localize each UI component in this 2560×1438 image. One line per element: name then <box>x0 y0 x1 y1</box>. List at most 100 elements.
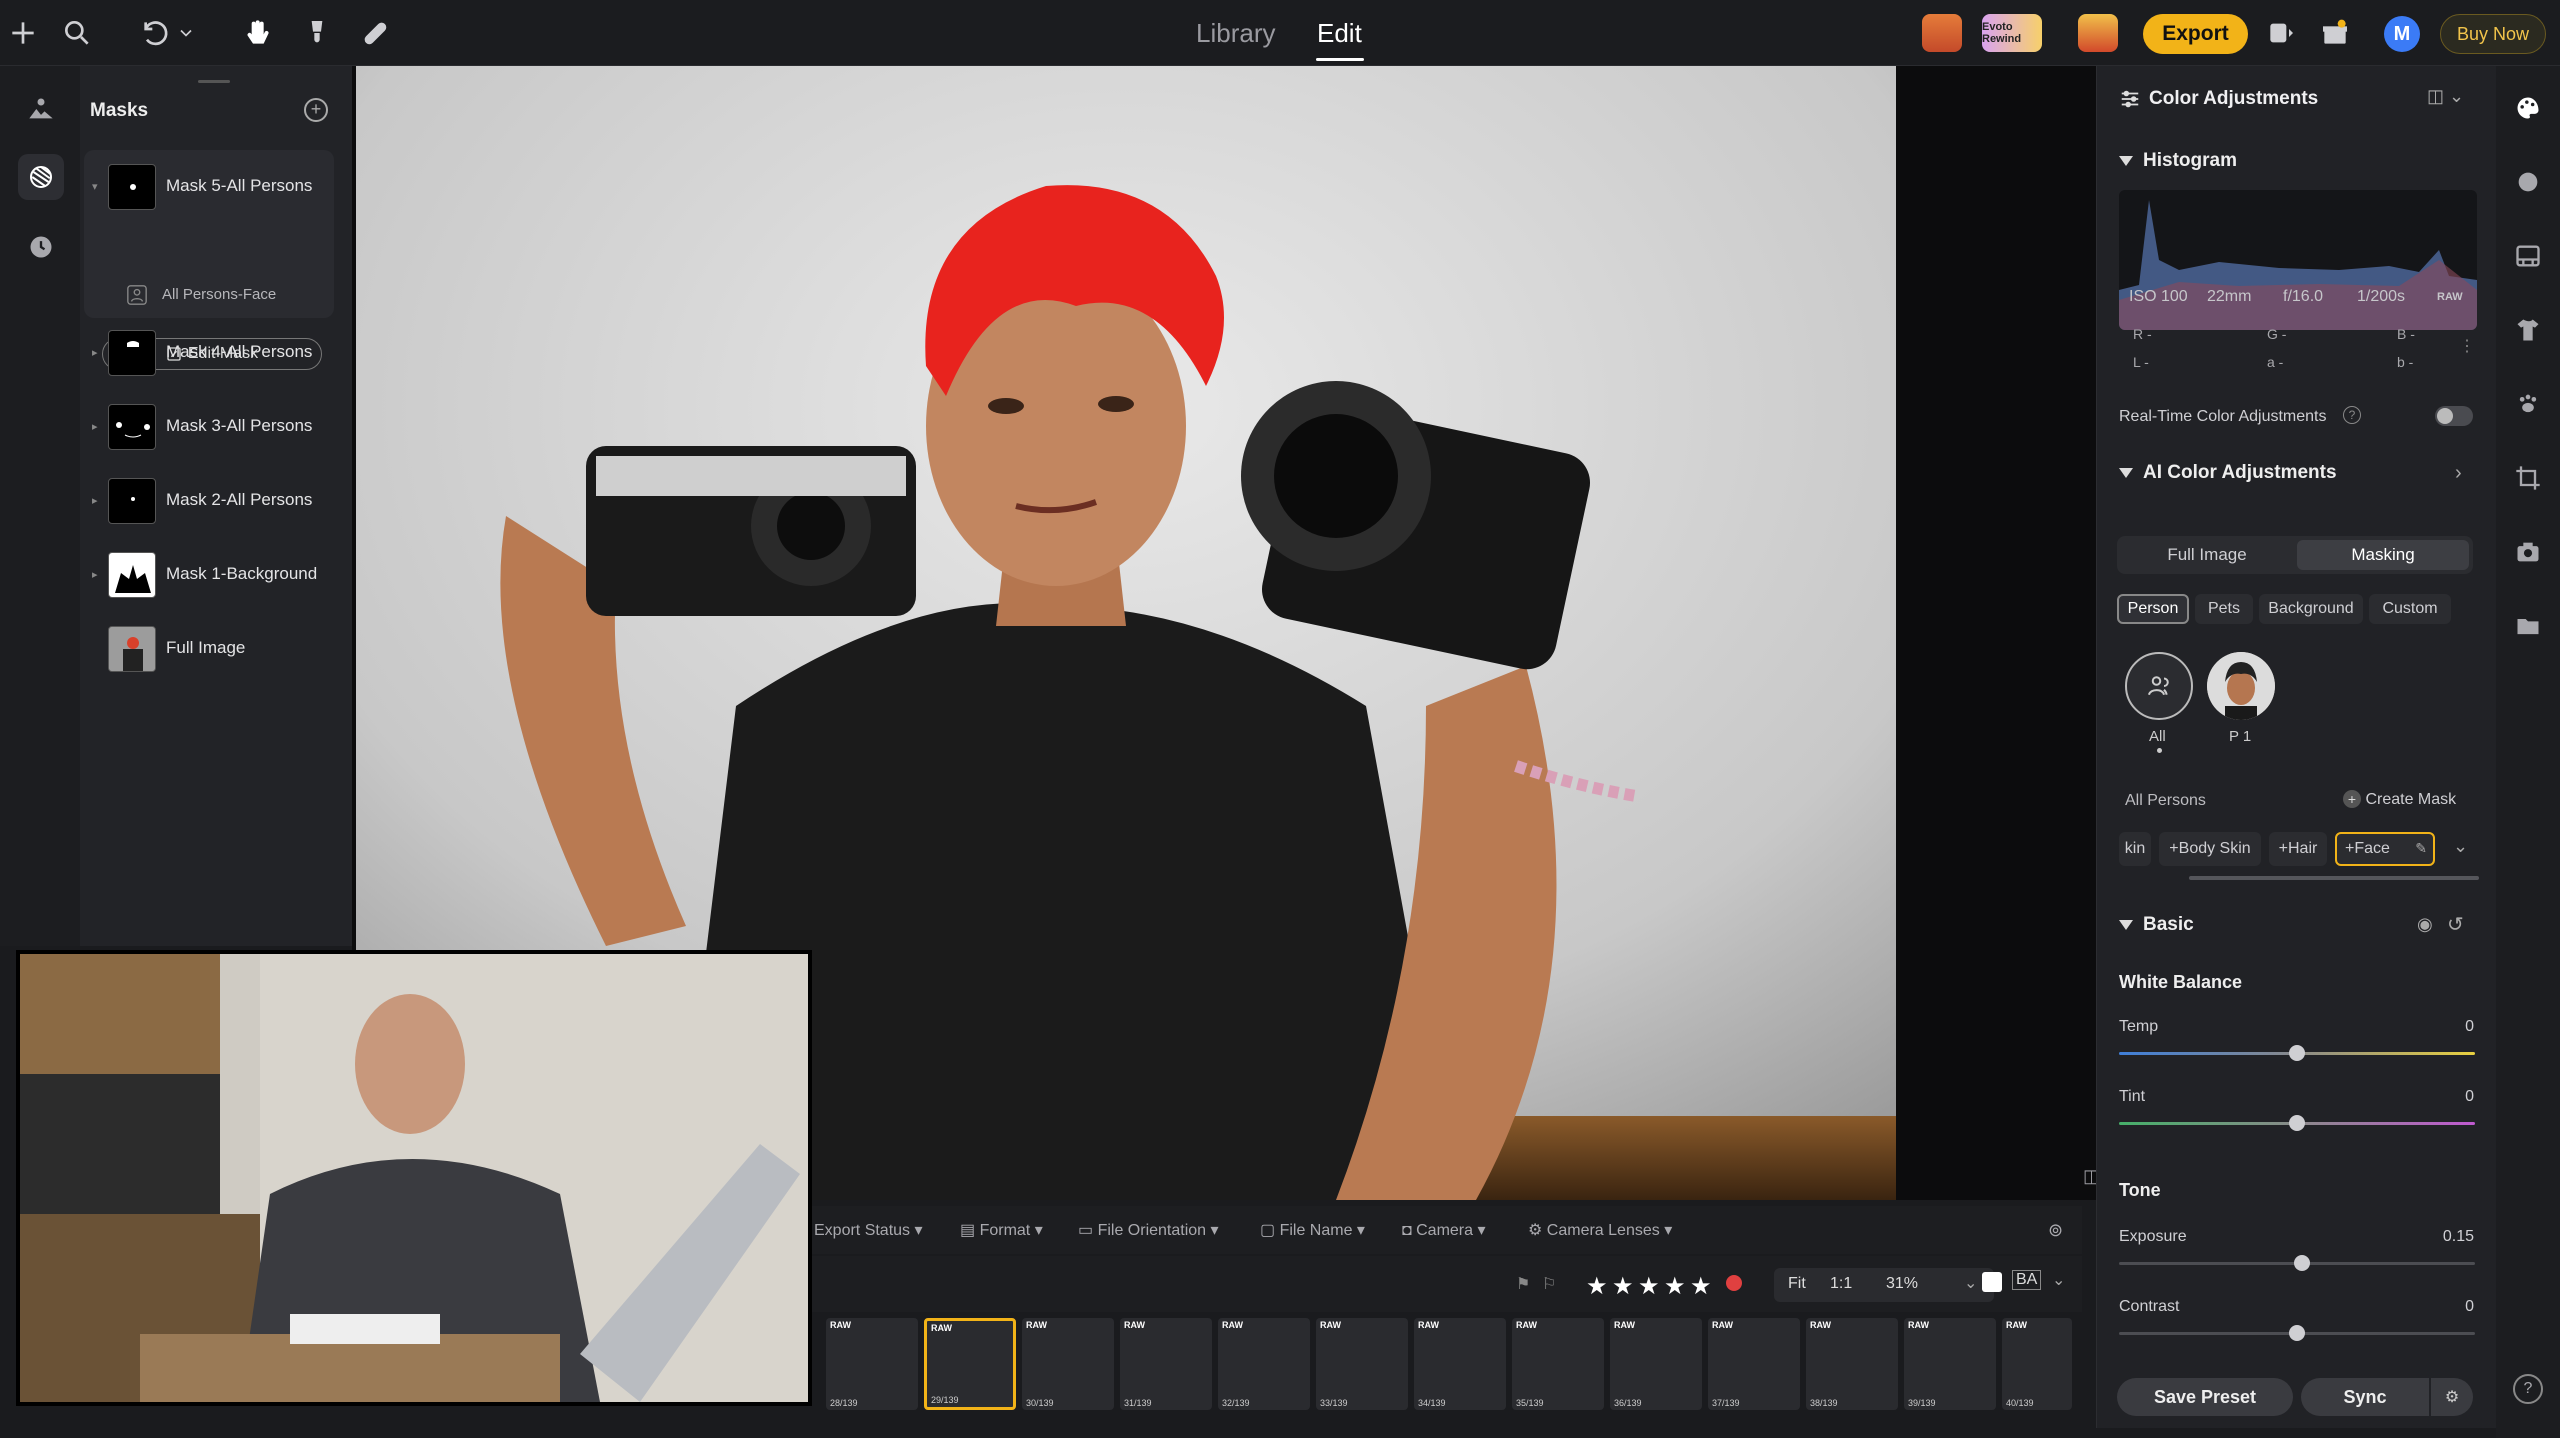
caret-right-icon[interactable]: ▸ <box>92 420 98 433</box>
info-icon[interactable]: ? <box>2343 406 2361 424</box>
contrast-value[interactable]: 0 <box>2465 1298 2474 1316</box>
film-thumbnail[interactable]: RAW 34/139 <box>1414 1318 1506 1410</box>
paw-icon[interactable] <box>2510 386 2546 422</box>
visibility-icon[interactable]: ◉ <box>2417 914 2433 935</box>
background-icon[interactable] <box>2510 238 2546 274</box>
tag-body-skin[interactable]: +Body Skin <box>2159 832 2261 866</box>
film-thumbnail[interactable]: RAW 33/139 <box>1316 1318 1408 1410</box>
save-preset-button[interactable]: Save Preset <box>2117 1378 2293 1416</box>
film-thumbnail[interactable]: RAW 32/139 <box>1218 1318 1310 1410</box>
tint-slider-knob[interactable] <box>2289 1115 2305 1131</box>
mask-item-4[interactable]: ▸ Mask 4-All Persons <box>92 324 336 382</box>
hand-tool-icon[interactable] <box>238 14 276 52</box>
add-mask-icon[interactable]: + <box>304 98 328 122</box>
color-label-dot[interactable] <box>1726 1275 1742 1291</box>
app-icon-2[interactable] <box>2078 14 2118 52</box>
fit-button[interactable]: Fit <box>1788 1275 1806 1293</box>
share-icon[interactable] <box>2262 14 2300 52</box>
healing-tool-icon[interactable] <box>356 14 394 52</box>
person-mountain-icon[interactable] <box>18 86 64 132</box>
reject-flag-icon[interactable]: ⚐ <box>1542 1274 1556 1294</box>
evoto-rewind-badge[interactable]: Evoto Rewind <box>1982 14 2042 52</box>
film-thumbnail[interactable]: RAW 39/139 <box>1904 1318 1996 1410</box>
segment-full-image[interactable]: Full Image <box>2121 540 2293 570</box>
segment-masking[interactable]: Masking <box>2297 540 2469 570</box>
filter-camera-lenses[interactable]: ⚙ Camera Lenses ▾ <box>1528 1220 1672 1240</box>
chevron-down-icon[interactable]: ⌄ <box>1964 1273 1977 1293</box>
rating-star-1[interactable]: ★ <box>1586 1272 1608 1301</box>
chip-custom[interactable]: Custom <box>2369 594 2451 624</box>
rating-star-2[interactable]: ★ <box>1612 1272 1634 1301</box>
film-thumbnail[interactable]: RAW 40/139 <box>2002 1318 2072 1410</box>
buy-now-button[interactable]: Buy Now <box>2440 14 2546 54</box>
gift-icon[interactable] <box>2316 14 2354 52</box>
camera-icon[interactable] <box>2510 534 2546 570</box>
tint-value[interactable]: 0 <box>2465 1088 2474 1106</box>
film-thumbnail-selected[interactable]: RAW 29/139 <box>924 1318 1016 1410</box>
temp-value[interactable]: 0 <box>2465 1018 2474 1036</box>
zoom-level[interactable]: 31% <box>1886 1275 1918 1293</box>
caret-right-icon[interactable]: ▸ <box>92 568 98 581</box>
chevron-down-icon[interactable]: ⌄ <box>2052 1270 2065 1290</box>
app-icon-1[interactable] <box>1922 14 1962 52</box>
contrast-slider[interactable] <box>2119 1325 2475 1341</box>
user-avatar[interactable]: M <box>2384 16 2420 52</box>
search-icon[interactable] <box>58 14 96 52</box>
film-thumbnail[interactable]: RAW 31/139 <box>1120 1318 1212 1410</box>
edit-icon[interactable]: ✎ <box>2415 840 2427 857</box>
chip-pets[interactable]: Pets <box>2195 594 2253 624</box>
exposure-slider-knob[interactable] <box>2294 1255 2311 1271</box>
chip-person[interactable]: Person <box>2117 594 2189 624</box>
filter-file-name[interactable]: ▢ File Name ▾ <box>1260 1220 1365 1240</box>
exposure-value[interactable]: 0.15 <box>2443 1228 2474 1246</box>
panel-layout-icon[interactable]: ◫ ⌄ <box>2427 86 2464 107</box>
tag-hair[interactable]: +Hair <box>2269 832 2327 866</box>
persona-all[interactable] <box>2125 652 2193 720</box>
film-thumbnail[interactable]: RAW 28/139 <box>826 1318 918 1410</box>
filter-camera[interactable]: ◘ Camera ▾ <box>1402 1220 1486 1240</box>
temp-slider[interactable] <box>2119 1045 2475 1061</box>
rating-star-5[interactable]: ★ <box>1690 1272 1712 1301</box>
help-icon[interactable]: ? <box>2513 1374 2543 1404</box>
drag-handle[interactable] <box>198 80 230 83</box>
film-thumbnail[interactable]: RAW 36/139 <box>1610 1318 1702 1410</box>
create-mask-button[interactable]: + Create Mask <box>2343 790 2456 809</box>
contrast-slider-knob[interactable] <box>2289 1325 2305 1341</box>
before-after-icon[interactable]: BA <box>2012 1270 2042 1290</box>
palette-icon[interactable] <box>2510 90 2546 126</box>
film-thumbnail[interactable]: RAW 37/139 <box>1708 1318 1800 1410</box>
caret-right-icon[interactable]: ▸ <box>92 494 98 507</box>
temp-slider-knob[interactable] <box>2289 1045 2305 1061</box>
history-clock-icon[interactable] <box>18 224 64 270</box>
export-button[interactable]: Export <box>2143 14 2248 54</box>
mask-item-2[interactable]: ▸ Mask 2-All Persons <box>92 472 336 530</box>
film-thumbnail[interactable]: RAW 30/139 <box>1022 1318 1114 1410</box>
single-view-icon[interactable] <box>1982 1272 2002 1292</box>
masks-icon[interactable] <box>18 154 64 200</box>
histogram-header[interactable]: Histogram <box>2119 150 2237 172</box>
film-thumbnail[interactable]: RAW 38/139 <box>1806 1318 1898 1410</box>
chevron-down-icon[interactable]: ⌄ <box>2453 836 2468 857</box>
filter-export-status[interactable]: Export Status ▾ <box>814 1220 923 1240</box>
rating-star-3[interactable]: ★ <box>1638 1272 1660 1301</box>
add-icon[interactable] <box>4 14 42 52</box>
sync-settings-icon[interactable]: ⚙ <box>2431 1378 2473 1416</box>
crop-icon[interactable] <box>2510 460 2546 496</box>
mask-item-5[interactable]: ▾ Mask 5-All Persons <box>92 158 336 216</box>
folder-icon[interactable] <box>2510 608 2546 644</box>
tag-face[interactable]: +Face ✎ <box>2335 832 2435 866</box>
clothing-icon[interactable] <box>2510 312 2546 348</box>
flag-icon[interactable]: ⚑ <box>1516 1274 1530 1294</box>
tint-slider[interactable] <box>2119 1115 2475 1131</box>
chip-background[interactable]: Background <box>2259 594 2363 624</box>
filter-format[interactable]: ▤ Format ▾ <box>960 1220 1043 1240</box>
chevron-down-icon[interactable] <box>176 14 196 52</box>
caret-down-icon[interactable]: ▾ <box>92 180 98 193</box>
mask-item-full-image[interactable]: Full Image <box>100 620 336 678</box>
basic-header[interactable]: Basic <box>2119 914 2194 936</box>
rating-star-4[interactable]: ★ <box>1664 1272 1686 1301</box>
tag-skin[interactable]: kin <box>2119 832 2151 866</box>
mask-item-1[interactable]: ▸ Mask 1-Background <box>92 546 336 604</box>
reset-icon[interactable]: ↺ <box>2447 912 2464 937</box>
realtime-toggle[interactable] <box>2435 406 2473 426</box>
